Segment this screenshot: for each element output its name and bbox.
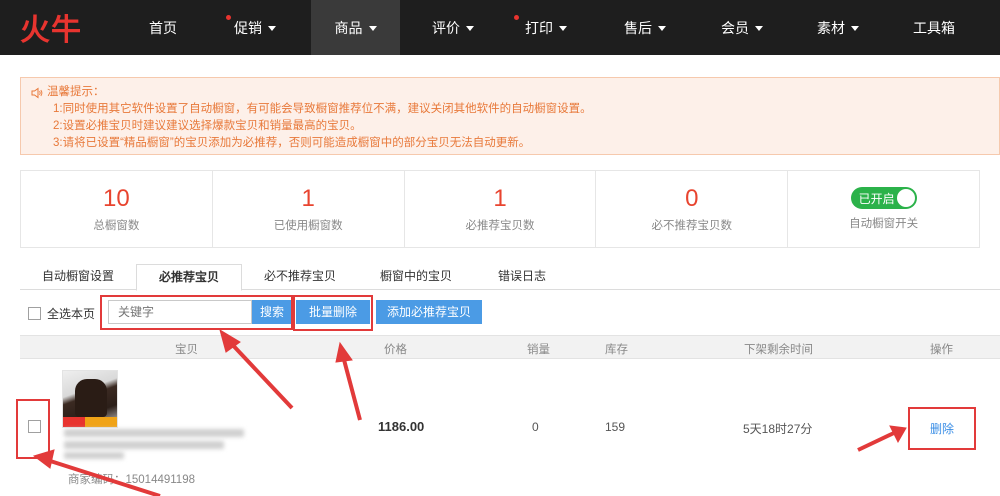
- notice-title: 温馨提示：: [47, 86, 105, 98]
- product-price: 1186.00: [378, 419, 425, 434]
- stat-label: 已使用橱窗数: [273, 220, 343, 232]
- top-navbar: 火牛 首页 促销 商品 评价 打印 售后 会员 素材 工具箱: [0, 0, 1000, 55]
- select-all-label: 全选本页: [47, 307, 96, 321]
- annotation-box-batch-delete: [293, 295, 373, 331]
- promo-tag-red: [63, 417, 85, 427]
- column-header-remaining-time: 下架剩余时间: [744, 344, 813, 356]
- brand-logo[interactable]: 火牛: [20, 8, 90, 48]
- notice-line: 1:同时使用其它软件设置了自动橱窗，有可能会导致橱窗推荐位不满，建议关闭其他软件…: [53, 103, 592, 115]
- tab-error-log[interactable]: 错误日志: [482, 264, 562, 290]
- column-header-sales: 销量: [527, 344, 550, 356]
- caret-down-icon: [368, 26, 377, 31]
- caret-down-icon: [658, 26, 666, 31]
- caret-down-icon: [559, 26, 567, 31]
- annotation-box-checkbox: [16, 399, 50, 459]
- stat-value: 1: [301, 185, 315, 212]
- tab-must-recommend[interactable]: 必推荐宝贝: [136, 264, 242, 291]
- column-header-actions: 操作: [930, 344, 953, 356]
- product-thumbnail[interactable]: [62, 370, 118, 428]
- speaker-icon: [31, 87, 43, 98]
- annotation-box-search: [100, 295, 293, 330]
- annotation-box-delete: [908, 407, 976, 450]
- caret-down-icon: [851, 26, 859, 31]
- tab-items-in-window[interactable]: 橱窗中的宝贝: [368, 264, 464, 290]
- nav-item-toolbox[interactable]: 工具箱: [900, 0, 968, 55]
- product-image-shape: [75, 379, 107, 417]
- nav-item-label: 素材: [817, 19, 845, 36]
- column-header-item: 宝贝: [175, 344, 198, 356]
- stat-label: 必不推荐宝贝数: [651, 220, 733, 232]
- notice-line: 3:请将已设置“精品橱窗”的宝贝添加为必推荐，否则可能造成橱窗中的部分宝贝无法自…: [53, 137, 531, 149]
- toggle-knob: [896, 189, 915, 207]
- stat-used-windows: 1 已使用橱窗数: [213, 171, 405, 247]
- brand-logo-text: 火牛: [20, 13, 82, 48]
- tab-auto-window-settings[interactable]: 自动橱窗设置: [30, 264, 126, 290]
- table-row: 商家编码：15014491198 1186.00 0 159 5天18时27分 …: [20, 359, 1000, 496]
- tab-must-not-recommend[interactable]: 必不推荐宝贝: [252, 264, 348, 290]
- caret-down-icon: [466, 26, 474, 31]
- nav-item-home[interactable]: 首页: [130, 0, 196, 55]
- product-stock: 159: [605, 420, 626, 434]
- toggle-state-label: 已开启: [858, 191, 895, 206]
- remaining-time: 5天18时27分: [743, 422, 813, 436]
- nav-item-label: 评价: [432, 19, 460, 36]
- nav-item-reviews[interactable]: 评价: [413, 0, 493, 55]
- nav-item-label: 商品: [334, 19, 363, 36]
- nav-item-members[interactable]: 会员: [702, 0, 782, 55]
- merchant-code: 商家编码：15014491198: [68, 474, 195, 486]
- stat-must-recommend: 1 必推荐宝贝数: [405, 171, 597, 247]
- stat-total-windows: 10 总橱窗数: [21, 171, 213, 247]
- tips-notice: 温馨提示： 1:同时使用其它软件设置了自动橱窗，有可能会导致橱窗推荐位不满，建议…: [20, 77, 1000, 155]
- select-all-checkbox[interactable]: [28, 307, 41, 320]
- nav-item-label: 促销: [234, 19, 262, 36]
- product-title-blurred: [64, 441, 224, 449]
- nav-item-label: 工具箱: [913, 19, 955, 36]
- column-header-price: 价格: [384, 344, 407, 356]
- stat-must-not-recommend: 0 必不推荐宝贝数: [596, 171, 789, 247]
- product-title-blurred: [64, 429, 244, 437]
- add-must-recommend-button[interactable]: 添加必推荐宝贝: [376, 300, 482, 324]
- stat-auto-switch: 已开启 自动橱窗开关: [788, 171, 979, 247]
- table-header: 宝贝 价格 销量 库存 下架剩余时间 操作: [20, 335, 1000, 359]
- notice-line: 2:设置必推宝贝时建议建议选择爆款宝贝和销量最高的宝贝。: [53, 120, 362, 132]
- product-sales: 0: [532, 420, 539, 434]
- stat-label: 必推荐宝贝数: [465, 220, 535, 232]
- nav-item-products[interactable]: 商品: [311, 0, 400, 55]
- auto-window-toggle[interactable]: 已开启: [850, 187, 917, 209]
- nav-item-label: 首页: [149, 19, 177, 36]
- window-stats: 10 总橱窗数 1 已使用橱窗数 1 必推荐宝贝数 0 必不推荐宝贝数 已开启 …: [20, 170, 980, 248]
- notification-dot: [514, 15, 519, 20]
- stat-value: 0: [685, 185, 699, 212]
- tab-bar: 自动橱窗设置 必推荐宝贝 必不推荐宝贝 橱窗中的宝贝 错误日志: [20, 264, 1000, 291]
- caret-down-icon: [268, 26, 276, 31]
- nav-item-materials[interactable]: 素材: [798, 0, 878, 55]
- stat-label: 总橱窗数: [93, 220, 140, 232]
- stat-label: 自动橱窗开关: [849, 218, 919, 230]
- nav-item-print[interactable]: 打印: [506, 0, 586, 55]
- nav-item-aftersale[interactable]: 售后: [605, 0, 685, 55]
- product-title-blurred: [64, 452, 124, 459]
- nav-item-label: 售后: [624, 19, 652, 36]
- stat-value: 1: [493, 185, 507, 212]
- nav-item-promotion[interactable]: 促销: [215, 0, 295, 55]
- nav-item-label: 打印: [525, 19, 553, 36]
- select-all-page[interactable]: 全选本页: [28, 305, 95, 322]
- caret-down-icon: [755, 26, 763, 31]
- column-header-stock: 库存: [605, 344, 628, 356]
- notification-dot: [226, 15, 231, 20]
- stat-value: 10: [103, 185, 130, 212]
- nav-item-label: 会员: [721, 19, 749, 36]
